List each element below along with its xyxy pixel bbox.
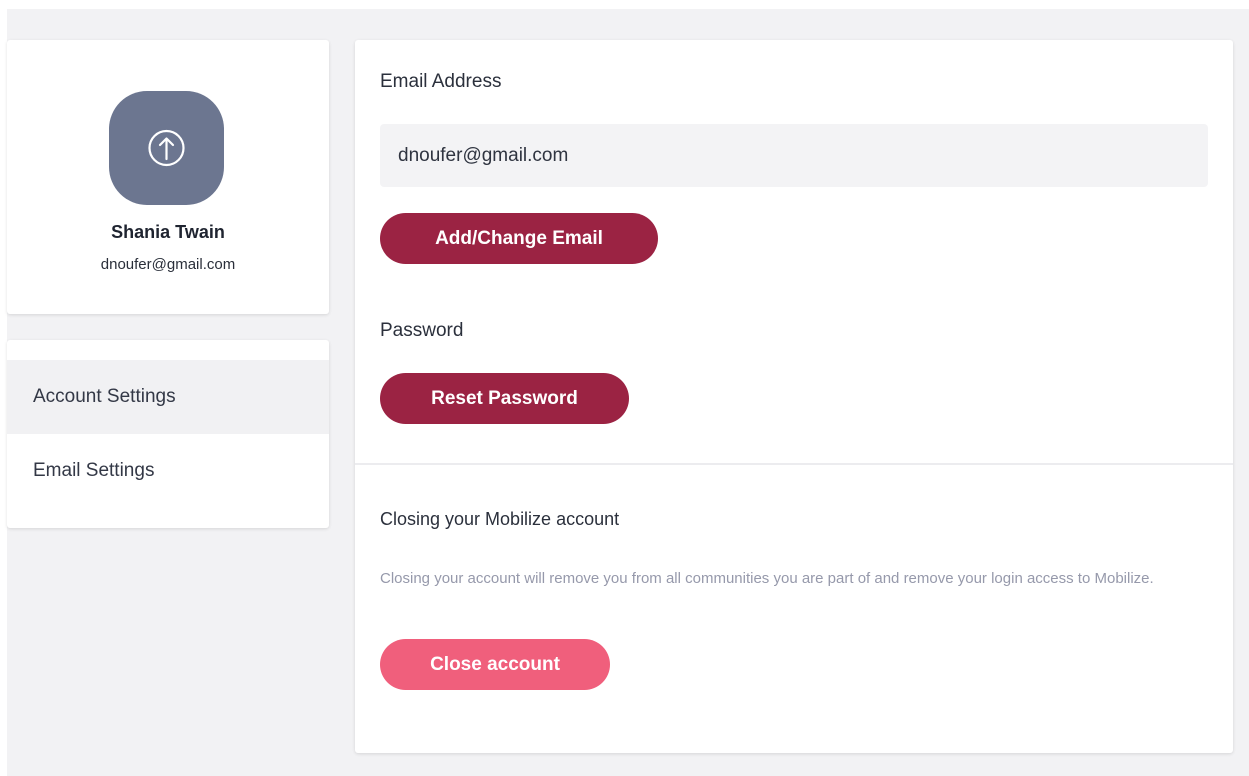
email-field[interactable] [380,124,1208,187]
upload-icon [148,129,185,167]
close-account-button[interactable]: Close account [380,639,610,690]
close-account-title: Closing your Mobilize account [380,509,620,529]
nav-item-account-settings[interactable]: Account Settings [7,360,329,434]
close-account-description: Closing your account will remove you fro… [380,570,1154,587]
profile-name: Shania Twain [111,222,225,242]
nav-item-email-settings[interactable]: Email Settings [7,434,329,508]
avatar[interactable] [109,91,224,205]
reset-password-button[interactable]: Reset Password [380,373,629,424]
change-email-button[interactable]: Add/Change Email [380,213,658,264]
password-label: Password [380,320,464,341]
section-divider [355,463,1233,465]
profile-email: dnoufer@gmail.com [100,256,236,273]
email-address-label: Email Address [380,71,502,92]
